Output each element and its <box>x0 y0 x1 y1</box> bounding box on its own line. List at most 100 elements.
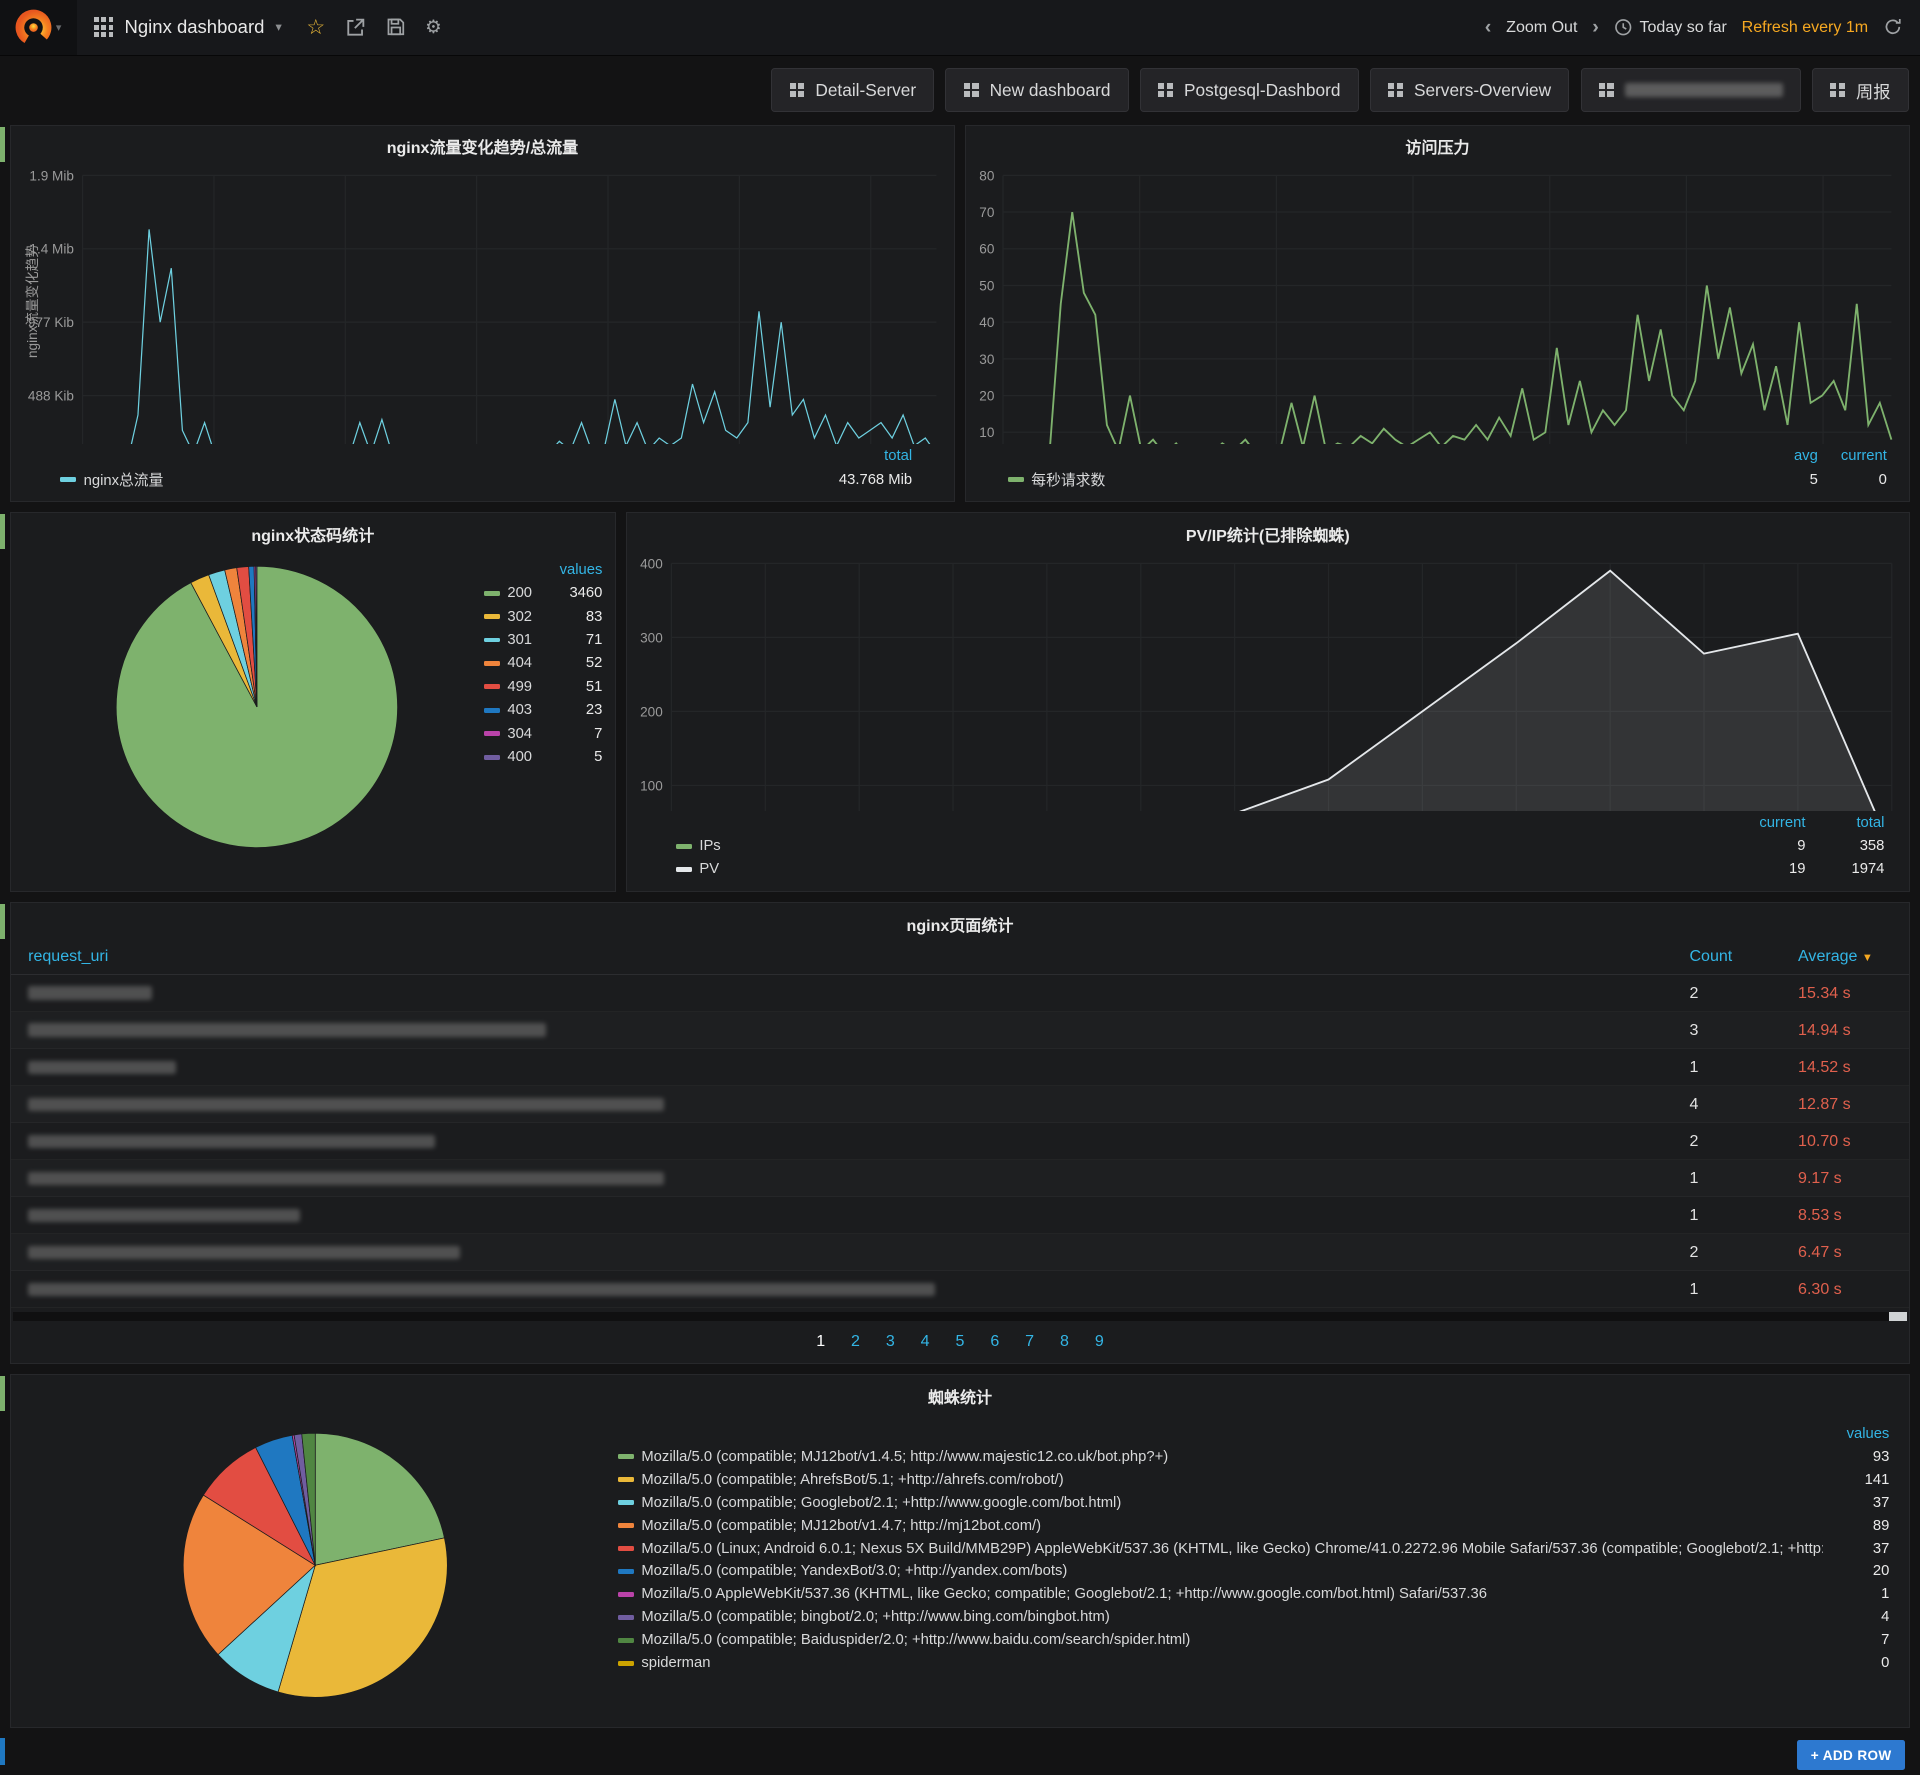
dashboard-link-postgesql-dashbord[interactable]: Postgesql-Dashbord <box>1140 68 1359 112</box>
blurred-request-uri <box>28 1023 546 1037</box>
legend-series-label[interactable]: IPs <box>676 838 1727 854</box>
column-header-request-uri[interactable]: request_uri <box>11 940 1672 974</box>
legend-column-header[interactable]: total <box>1805 815 1884 831</box>
average-cell: 6.30 s <box>1781 1271 1909 1308</box>
pvip-chart[interactable]: 010020030040000:0001:0002:0003:0004:0005… <box>627 551 1910 811</box>
time-range-picker[interactable]: Today so far <box>1614 18 1727 37</box>
legend-series-label[interactable]: Mozilla/5.0 (compatible; Googlebot/2.1; … <box>618 1495 1823 1511</box>
save-icon[interactable] <box>386 17 406 37</box>
star-dashboard-button[interactable]: ☆ <box>306 15 325 40</box>
gear-icon[interactable]: ⚙ <box>425 16 442 38</box>
page-link-7[interactable]: 7 <box>1025 1332 1034 1351</box>
legend-series-label[interactable]: Mozilla/5.0 AppleWebKit/537.36 (KHTML, l… <box>618 1586 1823 1602</box>
dashboard-title: Nginx dashboard <box>125 16 265 38</box>
spider-pie-chart[interactable] <box>182 1432 449 1699</box>
add-row-button[interactable]: + ADD ROW <box>1797 1740 1905 1770</box>
page-link-4[interactable]: 4 <box>921 1332 930 1351</box>
status-codes-legend: values2003460302833017140452499514032330… <box>484 558 602 769</box>
legend-series-label[interactable]: spiderman <box>618 1655 1823 1671</box>
page-link-8[interactable]: 8 <box>1060 1332 1069 1351</box>
legend-series-label[interactable]: Mozilla/5.0 (compatible; MJ12bot/v1.4.7;… <box>618 1518 1823 1534</box>
status-codes-pie-chart[interactable] <box>115 565 399 849</box>
request-uri-cell[interactable] <box>11 975 1672 1012</box>
svg-text:1.9 Mib: 1.9 Mib <box>29 168 73 183</box>
row-toggle[interactable] <box>0 1738 5 1765</box>
share-icon[interactable] <box>345 17 366 38</box>
average-cell: 8.53 s <box>1781 1197 1909 1234</box>
refresh-interval-button[interactable]: Refresh every 1m <box>1742 18 1869 37</box>
legend-series-label[interactable]: Mozilla/5.0 (compatible; YandexBot/3.0; … <box>618 1563 1823 1579</box>
dashboard-link-周报[interactable]: 周报 <box>1812 68 1909 112</box>
legend-series-label[interactable]: 每秒请求数 <box>1008 469 1749 490</box>
table-horizontal-scrollbar[interactable] <box>13 1312 1906 1321</box>
request-uri-cell[interactable] <box>11 1197 1672 1234</box>
legend-series-label[interactable]: 200 <box>484 585 553 601</box>
dashboard-link-servers-overview[interactable]: Servers-Overview <box>1370 68 1570 112</box>
pressure-chart[interactable]: 0102030405060708000:0002:0004:0006:0008:… <box>966 163 1909 444</box>
legend-series-label[interactable]: Mozilla/5.0 (compatible; Baiduspider/2.0… <box>618 1632 1823 1648</box>
request-uri-cell[interactable] <box>11 1123 1672 1160</box>
grafana-logo[interactable]: ▾ <box>0 0 77 55</box>
legend-series-label[interactable]: 400 <box>484 749 553 765</box>
page-link-5[interactable]: 5 <box>956 1332 965 1351</box>
refresh-icon[interactable] <box>1883 17 1903 37</box>
legend-series-label[interactable]: 304 <box>484 726 553 742</box>
legend-series-label[interactable]: Mozilla/5.0 (compatible; AhrefsBot/5.1; … <box>618 1472 1823 1488</box>
dashboard-link-new-dashboard[interactable]: New dashboard <box>945 68 1128 112</box>
page-link-1[interactable]: 1 <box>816 1332 825 1351</box>
legend-column-header[interactable]: current <box>1818 448 1887 464</box>
panel-title-spider-stats[interactable]: 蜘蛛统计 <box>11 1375 1909 1413</box>
caret-down-icon: ▾ <box>276 20 282 34</box>
legend-series-label[interactable]: 302 <box>484 609 553 625</box>
legend-series-label[interactable]: 404 <box>484 655 553 671</box>
legend-color-swatch <box>676 867 692 872</box>
page-link-3[interactable]: 3 <box>886 1332 895 1351</box>
panel-title-status-codes[interactable]: nginx状态码统计 <box>11 513 615 551</box>
legend-column-header[interactable]: current <box>1726 815 1805 831</box>
row-toggle[interactable] <box>0 1376 5 1411</box>
panel-title-traffic[interactable]: nginx流量变化趋势/总流量 <box>11 126 954 164</box>
dashboard-link-blurred[interactable] <box>1581 68 1801 112</box>
dashboard-grid-icon <box>1599 83 1614 98</box>
panel-title-page-stats[interactable]: nginx页面统计 <box>11 903 1909 941</box>
page-link-2[interactable]: 2 <box>851 1332 860 1351</box>
legend-series-label[interactable]: PV <box>676 861 1727 877</box>
table-row: 210.70 s <box>11 1123 1909 1160</box>
scrollbar-thumb[interactable] <box>1889 1312 1906 1321</box>
page-link-9[interactable]: 9 <box>1095 1332 1104 1351</box>
traffic-chart[interactable]: 0 b488 Kib977 Kib1.4 Mib1.9 Mib00:0002:0… <box>11 163 954 444</box>
legend-row: spiderman0 <box>618 1652 1889 1675</box>
legend-column-header[interactable]: avg <box>1749 448 1818 464</box>
column-header-count[interactable]: Count <box>1672 940 1781 974</box>
panel-title-pvip[interactable]: PV/IP统计(已排除蜘蛛) <box>627 513 1910 551</box>
row-toggle[interactable] <box>0 514 5 549</box>
dashboard-title-dropdown[interactable]: Nginx dashboard ▾ <box>77 0 299 55</box>
dashboard-link-detail-server[interactable]: Detail-Server <box>771 68 934 112</box>
legend-series-label[interactable]: Mozilla/5.0 (Linux; Android 6.0.1; Nexus… <box>618 1541 1823 1557</box>
chevron-left-icon[interactable]: ‹ <box>1485 16 1492 39</box>
request-uri-cell[interactable] <box>11 1049 1672 1086</box>
request-uri-cell[interactable] <box>11 1234 1672 1271</box>
zoom-out-button[interactable]: Zoom Out <box>1506 18 1577 37</box>
legend-series-label[interactable]: Mozilla/5.0 (compatible; bingbot/2.0; +h… <box>618 1609 1823 1625</box>
legend-series-label[interactable]: nginx总流量 <box>60 469 813 490</box>
panel-title-pressure[interactable]: 访问压力 <box>966 126 1909 164</box>
legend-column-header[interactable]: total <box>813 448 912 464</box>
request-uri-cell[interactable] <box>11 1160 1672 1197</box>
legend-series-label[interactable]: Mozilla/5.0 (compatible; MJ12bot/v1.4.5;… <box>618 1449 1823 1465</box>
request-uri-cell[interactable] <box>11 1012 1672 1049</box>
legend-series-label[interactable]: 301 <box>484 632 553 648</box>
svg-text:60: 60 <box>979 242 995 257</box>
legend-column-header[interactable]: values <box>553 562 602 578</box>
column-header-average[interactable]: Average ▼ <box>1781 940 1909 974</box>
request-uri-cell[interactable] <box>11 1271 1672 1308</box>
legend-column-header[interactable]: values <box>1823 1426 1890 1442</box>
chevron-right-icon[interactable]: › <box>1592 16 1599 39</box>
row-toggle[interactable] <box>0 127 5 162</box>
legend-series-label[interactable]: 499 <box>484 679 553 695</box>
row-toggle[interactable] <box>0 904 5 939</box>
svg-text:30: 30 <box>979 352 995 367</box>
page-link-6[interactable]: 6 <box>990 1332 999 1351</box>
legend-series-label[interactable]: 403 <box>484 702 553 718</box>
request-uri-cell[interactable] <box>11 1086 1672 1123</box>
